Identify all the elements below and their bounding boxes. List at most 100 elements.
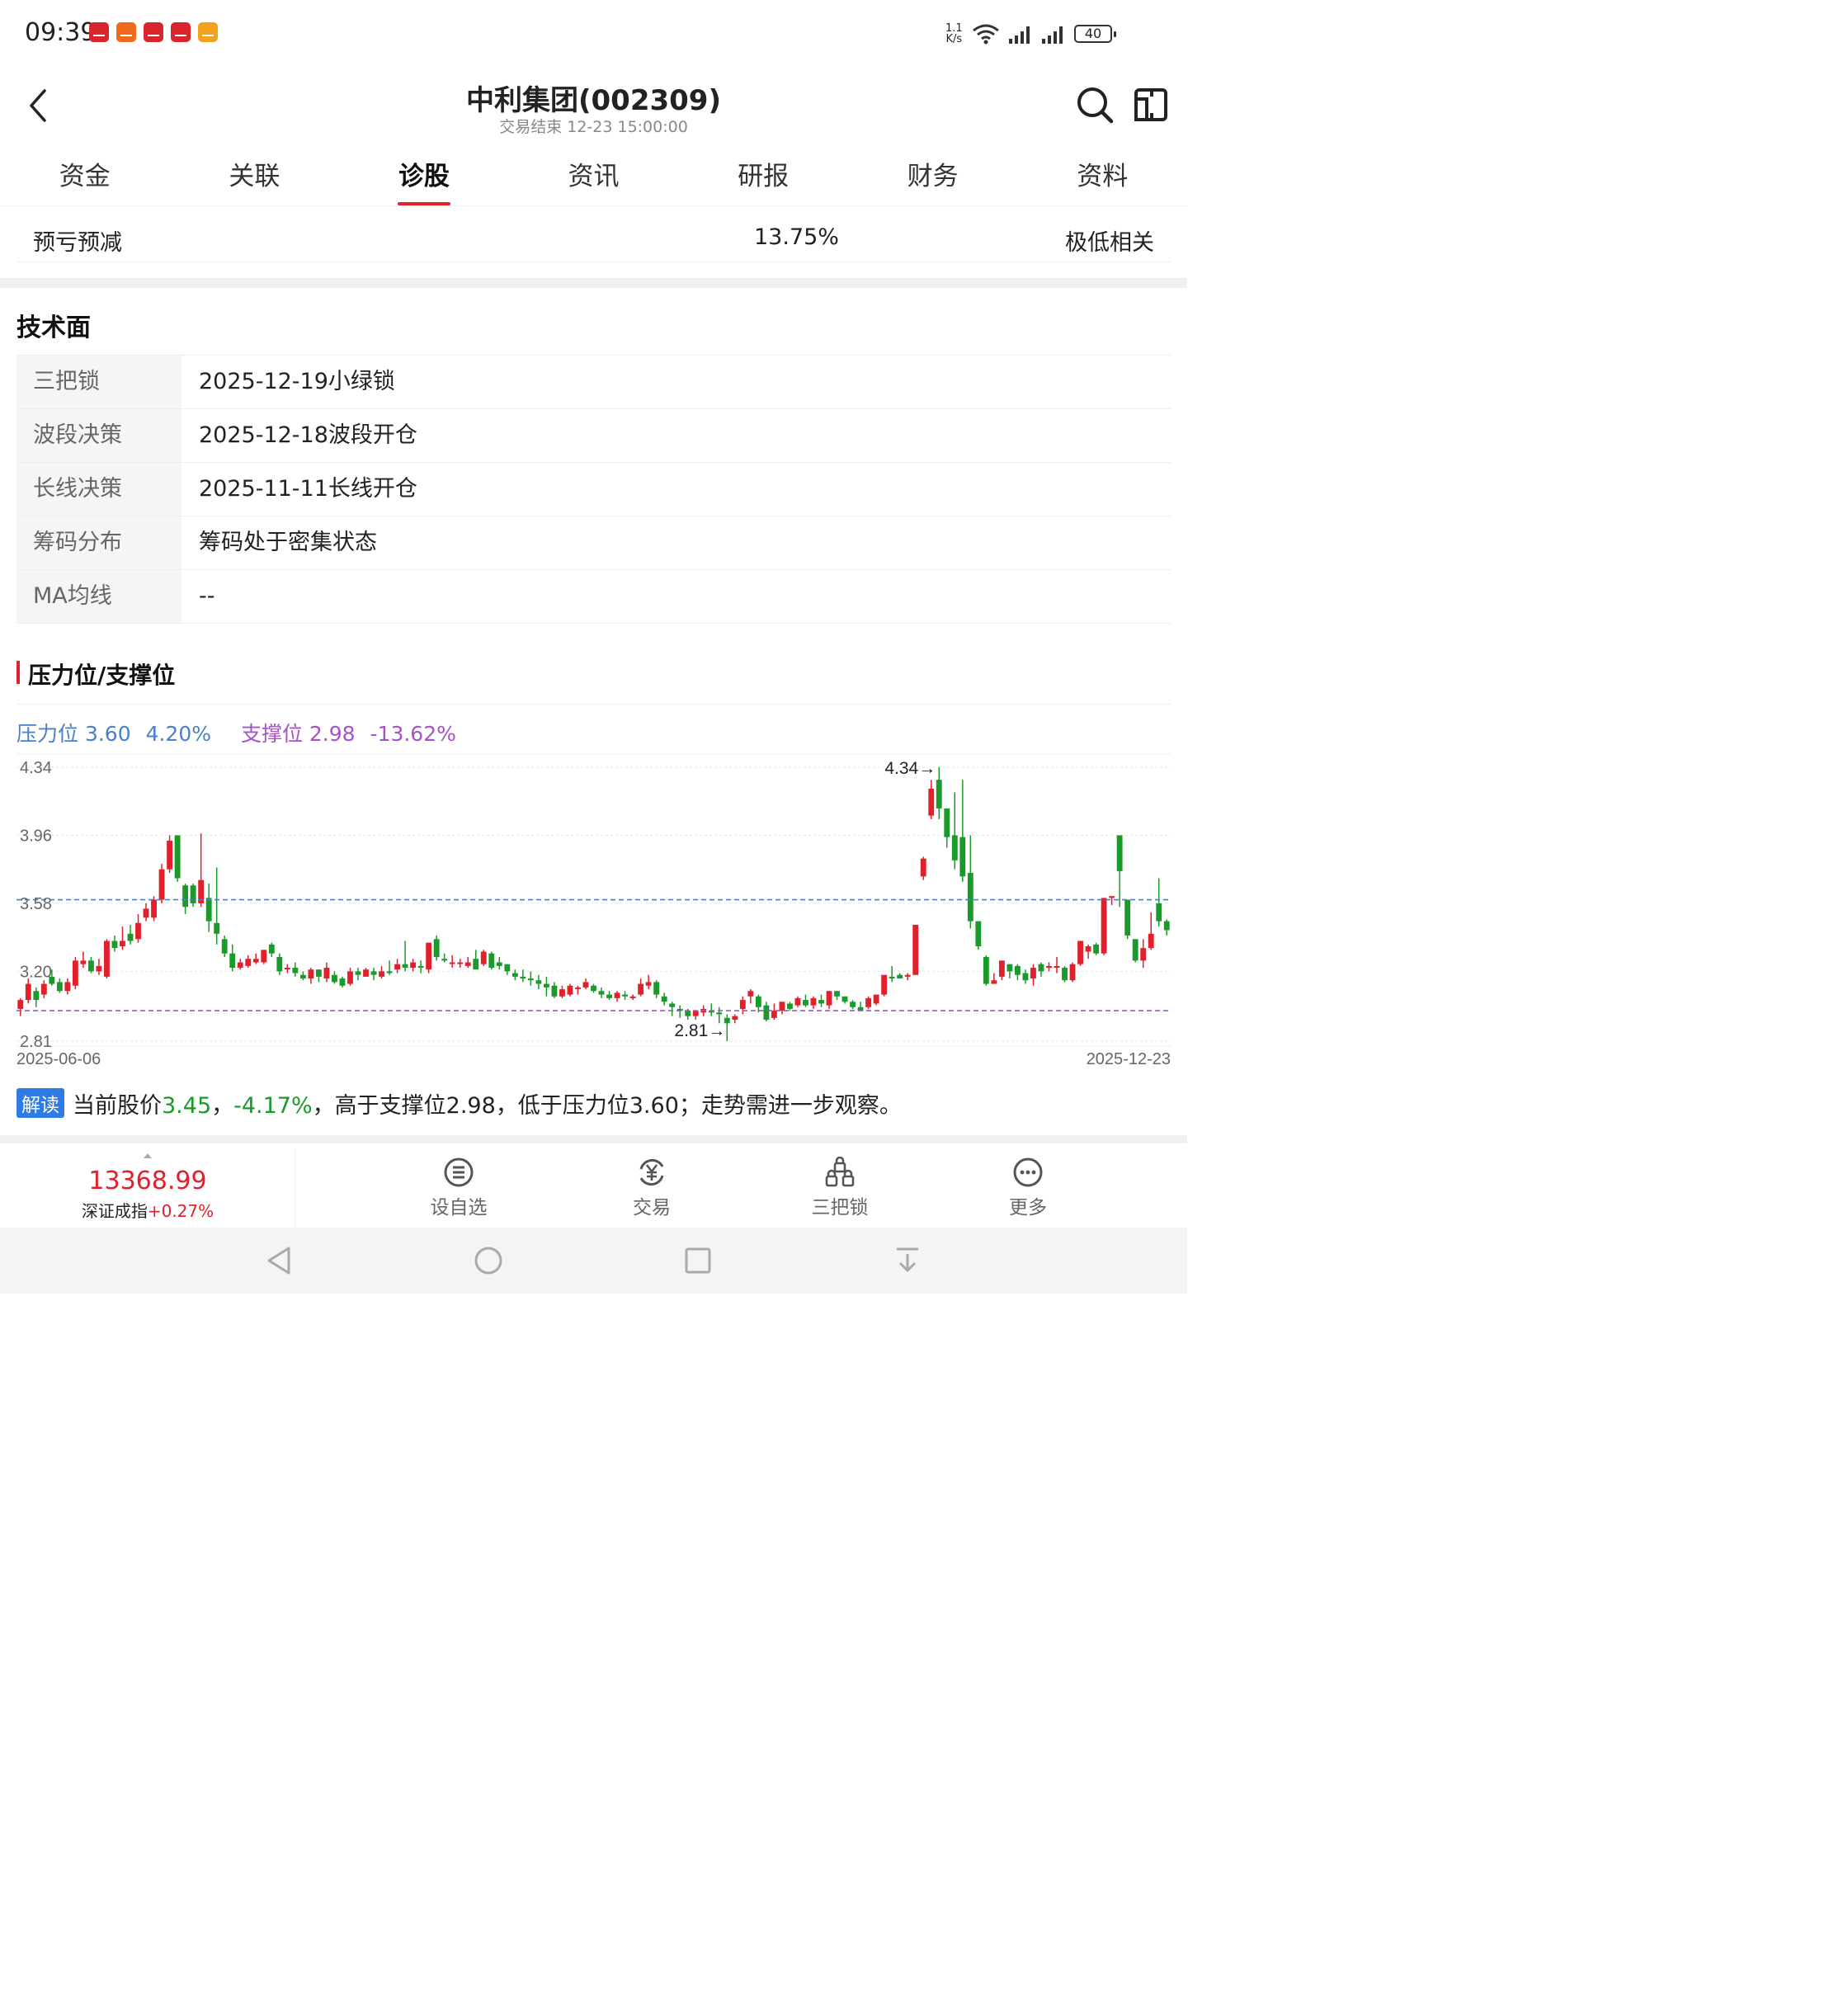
- candle-body: [323, 968, 330, 979]
- search-icon[interactable]: [1076, 86, 1114, 124]
- min-price-marker: 2.81→: [674, 1021, 725, 1040]
- app-notification-icon: [144, 22, 163, 42]
- candle-body: [190, 885, 196, 903]
- index-name-line: 深证成指+0.27%: [0, 1198, 295, 1222]
- candle-body: [1163, 921, 1170, 931]
- candle-body: [951, 835, 958, 860]
- row-value: 2025-12-18波段开仓: [199, 422, 417, 448]
- button-label: 三把锁: [811, 1197, 869, 1219]
- candle-body: [535, 980, 542, 984]
- candle: [1132, 939, 1138, 963]
- x-start-label: 2025-06-06: [16, 1050, 101, 1068]
- tab-news[interactable]: 资讯: [509, 153, 679, 205]
- row-value: 2025-11-11长线开仓: [199, 476, 417, 502]
- net-speed: 1.1 K/s: [945, 23, 963, 45]
- candle: [473, 950, 479, 970]
- nav-dropdown-icon[interactable]: [894, 1246, 921, 1275]
- table-row: 长线决策 2025-11-11长线开仓: [16, 463, 1171, 516]
- nav-recents-icon[interactable]: [685, 1246, 711, 1275]
- nav-back-icon[interactable]: [266, 1246, 292, 1275]
- candle: [355, 968, 361, 981]
- candle: [1116, 835, 1123, 908]
- tab-diagnosis[interactable]: 诊股: [339, 153, 509, 205]
- more-button[interactable]: 更多: [970, 1157, 1086, 1219]
- candle: [1093, 942, 1100, 955]
- candle: [158, 864, 165, 903]
- candle: [920, 856, 926, 880]
- candle: [80, 951, 87, 969]
- tab-profile[interactable]: 资料: [1017, 153, 1187, 205]
- app-notification-icon: [89, 22, 109, 42]
- candle-body: [826, 991, 832, 1006]
- three-locks-button[interactable]: 三把锁: [782, 1157, 898, 1219]
- forecast-percent: 13.75%: [754, 224, 839, 250]
- candles: [17, 767, 1170, 1041]
- max-price-marker: 4.34→: [884, 759, 936, 778]
- candle: [127, 924, 134, 945]
- candle-body: [763, 1005, 770, 1020]
- candle-body: [143, 908, 149, 918]
- status-time: 09:39: [25, 18, 97, 47]
- tab-research[interactable]: 研报: [678, 153, 848, 205]
- candle-body: [464, 962, 471, 966]
- candle-body: [252, 959, 259, 963]
- candle: [1101, 898, 1107, 955]
- candle-body: [229, 953, 236, 969]
- tab-funds[interactable]: 资金: [0, 153, 170, 205]
- tab-bar: 资金 关联 诊股 资讯 研报 财务 资料: [0, 153, 1187, 206]
- candle: [567, 983, 573, 997]
- tab-related[interactable]: 关联: [170, 153, 340, 205]
- candle: [96, 959, 102, 975]
- candle: [850, 1000, 856, 1009]
- candle-body: [1006, 964, 1013, 972]
- candle: [1109, 896, 1115, 906]
- candle-body: [426, 942, 432, 970]
- candle-body: [692, 1011, 699, 1016]
- candle: [426, 942, 432, 974]
- candle-body: [739, 1000, 746, 1009]
- candle: [606, 991, 612, 1001]
- candle-body: [1022, 973, 1029, 981]
- candle-body: [786, 1003, 793, 1009]
- candle: [252, 953, 259, 964]
- interpretation: 解读 当前股价3.45，-4.17%，高于支撑位2.98，低于压力位3.60；走势…: [16, 1087, 902, 1120]
- candle: [205, 884, 212, 932]
- candle-body: [441, 959, 448, 961]
- candle-body: [96, 965, 102, 972]
- trade-button[interactable]: 交易: [594, 1157, 710, 1219]
- candle: [379, 965, 384, 979]
- candle: [402, 940, 408, 972]
- candle: [810, 996, 817, 1009]
- candle-body: [261, 950, 267, 963]
- row-value: 筹码处于密集状态: [199, 530, 377, 555]
- candle: [889, 965, 895, 983]
- candle: [120, 926, 125, 950]
- system-icons: 40: [972, 23, 1116, 45]
- interpret-badge: 解读: [16, 1088, 64, 1118]
- tab-finance[interactable]: 财务: [848, 153, 1018, 205]
- candle-body: [1077, 940, 1083, 964]
- candle-body: [1093, 944, 1100, 954]
- candlestick-chart[interactable]: 4.34 3.96 3.58 3.20 2.81 4.34→ 2.81→ 2025-06-06…: [0, 751, 1187, 1072]
- row-label: 三把锁: [16, 356, 182, 408]
- candle-body: [182, 885, 189, 908]
- candle-body: [622, 994, 628, 997]
- forecast-row: 预亏预减 13.75% 极低相关: [16, 213, 1171, 262]
- share-icon[interactable]: [1134, 87, 1168, 122]
- candle: [167, 835, 173, 874]
- candle-body: [803, 1000, 808, 1006]
- candle: [268, 942, 275, 958]
- candle-body: [959, 837, 966, 877]
- candle-body: [120, 940, 125, 946]
- index-ticker[interactable]: 13368.99 深证成指+0.27%: [0, 1148, 295, 1228]
- app-notification-icon: [198, 22, 218, 42]
- add-watchlist-button[interactable]: 设自选: [401, 1157, 516, 1219]
- candle: [755, 994, 761, 1013]
- nav-home-icon[interactable]: [474, 1246, 503, 1275]
- candle-body: [56, 982, 63, 992]
- candle: [747, 989, 754, 1004]
- candle-body: [779, 1002, 785, 1011]
- candle-body: [174, 835, 181, 879]
- candle-body: [245, 959, 252, 966]
- candle-body: [33, 991, 40, 1001]
